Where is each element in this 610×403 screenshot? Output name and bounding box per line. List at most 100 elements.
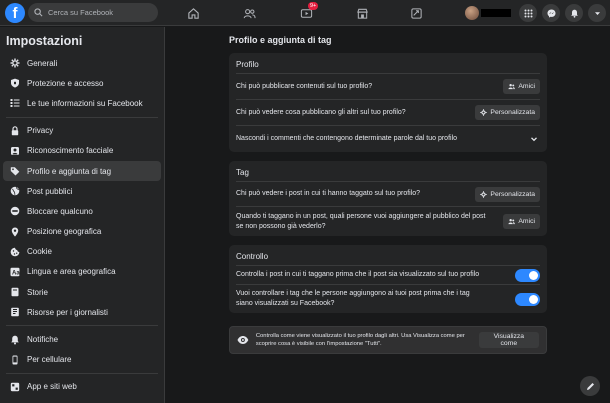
tag-card: Tag Chi può vedere i post in cui ti hann… — [229, 161, 547, 236]
svg-text:Aa: Aa — [12, 270, 20, 276]
gear-icon — [480, 190, 488, 198]
apps-icon — [10, 382, 20, 392]
friends-icon[interactable] — [240, 4, 258, 22]
sidebar-item-posizione[interactable]: Posizione geografica — [3, 222, 161, 242]
audience-button[interactable]: Amici — [503, 79, 540, 94]
top-bar: f 9+ — [0, 0, 610, 26]
language-icon: Aa — [10, 267, 20, 277]
setting-row: Vuoi controllare i tag che le persone ag… — [236, 284, 540, 313]
section-title-controllo: Controllo — [236, 252, 269, 261]
tag-icon — [10, 166, 20, 176]
sidebar-item-label: Cookie — [27, 247, 52, 257]
friends-icon — [508, 83, 516, 90]
sidebar-item-notifiche[interactable]: Notifiche — [3, 329, 161, 349]
sidebar-item-bloccare[interactable]: Bloccare qualcuno — [3, 201, 161, 221]
setting-text: Quando ti taggano in un post, quali pers… — [236, 212, 486, 230]
sidebar-item-risorse[interactable]: Risorse per i giornalisti — [3, 302, 161, 322]
sidebar-item-label: Per cellulare — [27, 355, 72, 365]
setting-text: Nascondi i commenti che contengono deter… — [236, 135, 458, 142]
chevron-down-icon[interactable] — [530, 135, 538, 143]
page-title: Profilo e aggiunta di tag — [229, 35, 332, 45]
setting-text: Vuoi controllare i tag che le persone ag… — [236, 290, 470, 307]
sidebar-item-label: Post pubblici — [27, 186, 73, 196]
messenger-icon[interactable] — [542, 4, 560, 22]
section-title-profilo: Profilo — [236, 60, 259, 69]
gear-icon — [10, 58, 20, 68]
setting-row: Chi può vedere cosa pubblicano gli altri… — [236, 99, 540, 125]
audience-button[interactable]: Personalizzata — [475, 186, 540, 202]
section-title-tag: Tag — [236, 168, 249, 177]
notice-text: Controlla come viene visualizzato il tuo… — [255, 333, 465, 347]
sidebar-item-label: Posizione geografica — [27, 227, 102, 237]
eye-icon — [237, 336, 249, 344]
edit-icon — [586, 382, 594, 390]
sidebar-item-label: Privacy — [27, 126, 54, 136]
setting-row: Chi può vedere i post in cui ti hanno ta… — [236, 181, 540, 206]
sidebar-item-generali[interactable]: Generali — [3, 53, 161, 73]
sidebar-item-label: Storie — [27, 287, 48, 297]
profilo-card: Profilo Chi può pubblicare contenuti sul… — [229, 53, 547, 152]
settings-sidebar: Impostazioni Generali Protezione e acces… — [0, 27, 165, 403]
sidebar-item-cookie[interactable]: Cookie — [3, 242, 161, 262]
sidebar-item-riconoscimento[interactable]: Riconoscimento facciale — [3, 141, 161, 161]
menu-grid-icon[interactable] — [519, 4, 537, 22]
sidebar-title: Impostazioni — [6, 34, 83, 48]
main-content: Profilo e aggiunta di tag Profilo Chi pu… — [229, 27, 547, 354]
view-as-button[interactable]: Visualizza come — [478, 332, 539, 348]
sidebar-item-label: Riconoscimento facciale — [27, 146, 114, 156]
sidebar-item-label: Protezione e accesso — [27, 78, 104, 88]
location-icon — [10, 227, 20, 237]
watch-icon[interactable]: 9+ — [297, 2, 319, 22]
setting-text: Chi può vedere i post in cui ti hanno ta… — [236, 190, 421, 197]
setting-row: Chi può pubblicare contenuti sul tuo pro… — [236, 73, 540, 99]
home-icon[interactable] — [184, 4, 202, 22]
setting-text: Chi può pubblicare contenuti sul tuo pro… — [236, 82, 373, 90]
notification-badge: 9+ — [308, 2, 319, 10]
setting-row: Controlla i post in cui ti taggano prima… — [236, 265, 540, 284]
sidebar-item-lingua[interactable]: Aa Lingua e area geografica — [3, 262, 161, 282]
setting-text: Chi può vedere cosa pubblicano gli altri… — [236, 108, 406, 116]
sidebar-item-profilo-tag[interactable]: Profilo e aggiunta di tag — [3, 160, 161, 182]
review-posts-toggle[interactable] — [515, 268, 540, 282]
audience-button[interactable]: Personalizzata — [475, 105, 540, 120]
caret-down-icon[interactable] — [588, 4, 606, 22]
sidebar-item-storie[interactable]: Storie — [3, 282, 161, 302]
sidebar-item-label: Notifiche — [27, 335, 59, 345]
bell-icon[interactable] — [565, 4, 583, 22]
list-icon — [10, 98, 20, 108]
gear-icon — [480, 109, 488, 116]
review-tags-toggle[interactable] — [515, 292, 540, 306]
search-input[interactable] — [48, 8, 148, 17]
sidebar-item-cellulare[interactable]: Per cellulare — [3, 350, 161, 370]
globe-icon — [10, 186, 20, 196]
profile-name-redacted[interactable] — [481, 9, 511, 17]
facebook-logo[interactable]: f — [5, 3, 25, 23]
sidebar-item-informazioni[interactable]: Le tue informazioni su Facebook — [3, 93, 161, 113]
sidebar-item-app[interactable]: App e siti web — [3, 377, 161, 397]
sidebar-item-privacy[interactable]: Privacy — [3, 121, 161, 141]
phone-icon — [10, 355, 20, 365]
avatar[interactable] — [465, 6, 479, 20]
sidebar-item-protezione[interactable]: Protezione e accesso — [3, 73, 161, 93]
cookie-icon — [10, 247, 20, 257]
compose-button[interactable] — [580, 376, 600, 396]
setting-row-expandable[interactable]: Nascondi i commenti che contengono deter… — [236, 125, 540, 152]
sidebar-divider — [6, 116, 158, 118]
search-box[interactable] — [28, 3, 158, 22]
controllo-card: Controllo Controlla i post in cui ti tag… — [229, 245, 547, 313]
sidebar-divider — [6, 325, 158, 327]
sidebar-item-label: App e siti web — [27, 382, 77, 392]
sidebar-divider — [6, 372, 158, 374]
sidebar-item-label: Generali — [27, 58, 58, 68]
search-icon — [34, 8, 43, 17]
sidebar-item-label: Bloccare qualcuno — [27, 206, 93, 216]
sidebar-item-post-pubblici[interactable]: Post pubblici — [3, 181, 161, 201]
sidebar-item-label: Risorse per i giornalisti — [27, 307, 108, 317]
shield-icon — [10, 78, 20, 88]
marketplace-icon[interactable] — [353, 4, 371, 22]
sidebar-item-label: Profilo e aggiunta di tag — [27, 166, 112, 176]
bell-icon — [10, 335, 20, 345]
setting-text: Controlla i post in cui ti taggano prima… — [236, 271, 480, 278]
audience-button[interactable]: Amici — [503, 214, 540, 229]
groups-icon[interactable] — [407, 4, 425, 22]
